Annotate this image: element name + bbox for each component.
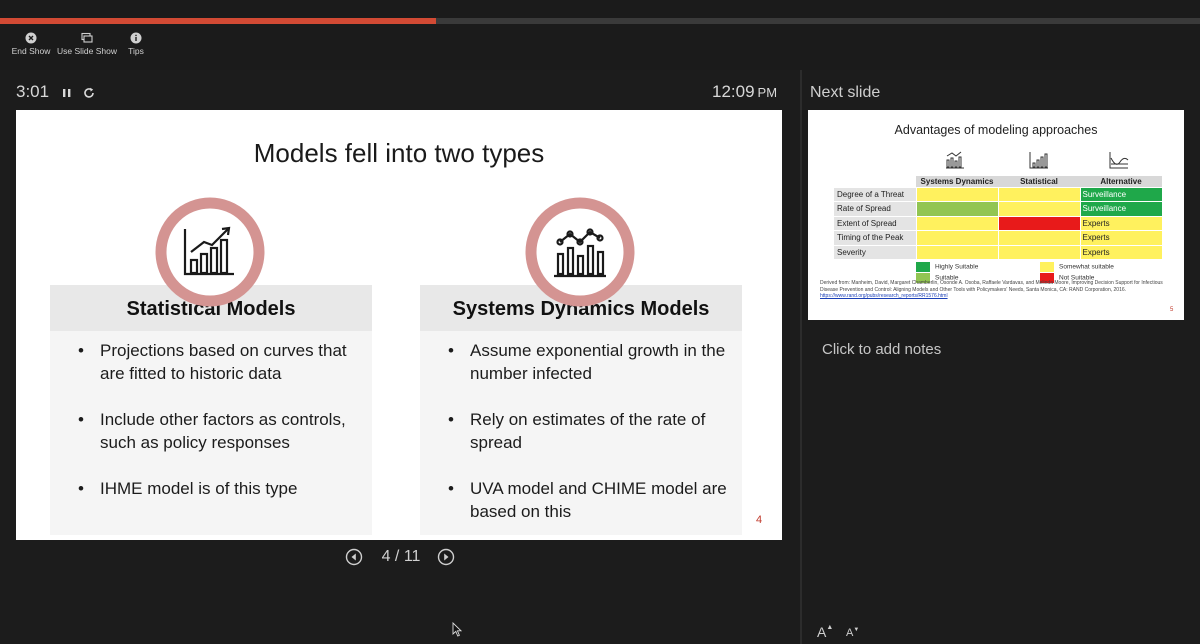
end-show-label: End Show [11,46,51,56]
increase-font-button[interactable]: A▲ [817,624,833,640]
row-label: Extent of Spread [834,216,917,231]
slide-progress-bar [0,18,1200,24]
clock-time: 12:09 [712,82,755,101]
next-slide-label: Next slide [810,84,881,101]
legend-label: Somewhat suitable [1059,263,1114,271]
systems-dynamics-panel: Systems Dynamics Models Assume exponenti… [420,285,742,535]
current-slide[interactable]: Models fell into two types Statistical M… [16,110,782,540]
statistical-models-bullets: Projections based on curves that are fit… [78,339,368,523]
row-label: Severity [834,245,917,260]
slide-navigation: 4 / 11 [343,546,463,568]
legend-highly-suitable: Highly Suitable [916,262,978,272]
bar-line-chart-icon [525,197,635,307]
bar-chart-growth-icon [1029,152,1048,169]
tips-label: Tips [128,46,144,56]
bullet-item: Rely on estimates of the rate of spread [448,408,738,454]
bullet-item: Projections based on curves that are fit… [78,339,368,385]
suitability-table: Systems Dynamics Statistical Alternative… [834,176,1163,260]
statistical-models-panel: Statistical Models Projections based on … [50,285,372,535]
table-cell: Experts [1080,245,1163,260]
table-row: Rate of Spread Surveillance [834,201,1163,217]
legend-label: Highly Suitable [935,263,979,271]
slide-title: Models fell into two types [253,138,545,168]
table-row: Severity Experts [834,245,1163,260]
use-slide-show-button[interactable]: Use Slide Show [56,32,118,56]
table-cell: Experts [1080,230,1163,246]
bullet-item: Assume exponential growth in the number … [448,339,738,385]
slide-counter: 4 / 11 [381,548,421,565]
source-link[interactable]: https://www.rand.org/pubs/research_repor… [820,293,948,299]
pane-divider[interactable] [800,70,802,644]
clock-ampm: PM [757,85,778,100]
pause-icon[interactable] [60,86,74,100]
legend-somewhat-suitable: Somewhat suitable [1040,262,1114,272]
table-row: Degree of a Threat Surveillance [834,187,1163,202]
slide-number: 4 [756,514,763,526]
source-citation: Derived from: Manheim, David, Margaret C… [820,280,1168,300]
table-cell: Surveillance [1080,187,1163,202]
next-slide-preview[interactable]: Advantages of modeling approaches System… [808,110,1184,320]
bar-chart-growth-icon [155,197,265,307]
tips-button[interactable]: Tips [124,32,148,56]
increase-font-label: A [817,624,827,640]
info-icon [130,32,142,44]
end-show-button[interactable]: End Show [10,32,52,56]
column-header: Statistical [998,176,1080,188]
notes-placeholder[interactable]: Click to add notes [822,341,941,358]
next-slide-icon[interactable] [437,548,455,566]
use-slide-show-label: Use Slide Show [56,46,117,56]
row-label: Rate of Spread [834,201,917,217]
table-cell: Experts [1080,216,1163,231]
column-header: Systems Dynamics [916,176,998,188]
decrease-font-button[interactable]: A▼ [846,627,859,639]
close-circle-icon [25,32,37,44]
bullet-item: IHME model is of this type [78,477,368,500]
restart-timer-icon[interactable] [82,86,96,100]
bullet-item: Include other factors as controls, such … [78,408,368,454]
next-slide-title: Advantages of modeling approaches [894,123,1098,137]
table-cell: Surveillance [1080,201,1163,217]
bullet-item: UVA model and CHIME model are based on t… [448,477,738,523]
systems-dynamics-bullets: Assume exponential growth in the number … [448,339,738,540]
row-label: Timing of the Peak [834,230,917,246]
elapsed-timer: 3:01 [16,82,50,101]
source-text: Derived from: Manheim, David, Margaret C… [820,280,1163,293]
current-time: 12:09 PM [712,82,777,102]
column-header: Alternative [1080,176,1162,188]
slide-progress-fill [0,18,436,24]
next-slide-number: 5 [1170,307,1174,313]
table-row: Extent of Spread Experts [834,216,1163,231]
table-row: Timing of the Peak Experts [834,230,1163,246]
row-label: Degree of a Threat [834,187,917,202]
bar-line-chart-icon [946,151,964,169]
slide-show-icon [81,32,93,43]
line-graph-icon [1109,152,1129,169]
presenter-toolbar: End Show Use Slide Show Tips [0,0,1200,70]
mouse-cursor-icon [452,622,462,637]
previous-slide-icon[interactable] [345,548,363,566]
